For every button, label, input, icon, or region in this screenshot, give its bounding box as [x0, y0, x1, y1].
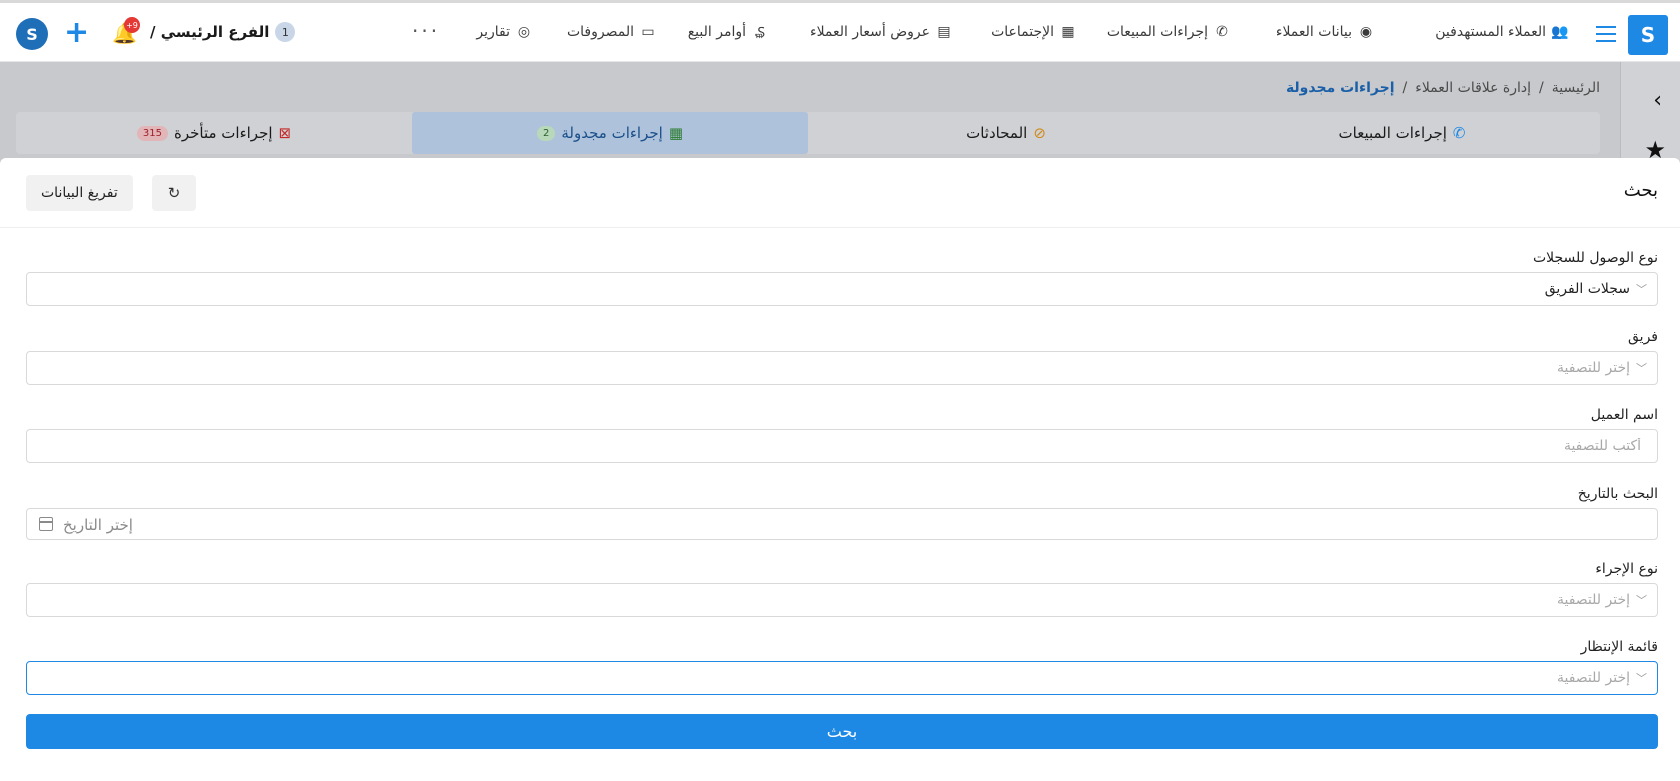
- tab-bar: ✆ إجراءات المبيعات ⊘ المحادثات ▦ إجراءات…: [16, 112, 1600, 154]
- breadcrumb-separator: /: [1402, 80, 1408, 96]
- access-type-label: نوع الوصول للسجلات: [1532, 250, 1658, 266]
- branch-name: الفرع الرئيسي /: [150, 23, 270, 41]
- breadcrumb-separator: /: [1539, 80, 1544, 96]
- calendar-x-icon: ⊠: [278, 124, 292, 142]
- report-icon: ◎: [517, 24, 531, 40]
- customer-name-input[interactable]: [27, 430, 1657, 462]
- chevron-down-icon: ﹀: [1636, 362, 1647, 375]
- refresh-button[interactable]: ↻: [152, 175, 196, 211]
- clear-data-button[interactable]: تفريغ البيانات: [26, 175, 133, 211]
- search-panel: بحث تفريغ البيانات ↻ نوع الوصول للسجلات …: [0, 158, 1680, 781]
- quote-document-icon: ▤: [937, 24, 951, 40]
- calendar-add-icon: ▦: [668, 124, 684, 142]
- team-select[interactable]: إختر للتصفية ﹀: [26, 351, 1658, 385]
- tab-count-badge: 315: [136, 125, 168, 141]
- nav-item-sales-orders[interactable]: ₷ أوامر البيع: [688, 22, 770, 42]
- target-customers-icon: 👥: [1551, 24, 1569, 40]
- nav-item-meetings[interactable]: ▦ الإجتماعات: [991, 22, 1078, 42]
- search-panel-title: بحث: [1623, 180, 1658, 201]
- waitlist-label: قائمة الإنتظار: [1580, 639, 1658, 655]
- date-picker-field[interactable]: إختر التاريخ: [26, 508, 1658, 540]
- waitlist-select[interactable]: إختر للتصفية ﹀: [26, 661, 1658, 695]
- customer-name-field[interactable]: [26, 429, 1658, 463]
- branch-number-badge: 1: [275, 22, 296, 42]
- chevron-left-icon[interactable]: ‹: [1653, 88, 1662, 113]
- nav-item-target-customers[interactable]: 👥 العملاء المستهدفين: [1435, 22, 1570, 42]
- tab-overdue-actions[interactable]: ⊠ إجراءات متأخرة 315: [16, 112, 412, 154]
- laptop-icon: ▭: [641, 24, 655, 40]
- access-type-value: سجلات الفريق: [1544, 281, 1630, 297]
- team-label: فريق: [1628, 329, 1658, 345]
- phone-icon: ✆: [1216, 24, 1228, 40]
- date-placeholder: إختر التاريخ: [63, 516, 133, 534]
- money-bag-icon: ₷: [754, 24, 766, 41]
- access-type-select[interactable]: سجلات الفريق ﹀: [26, 272, 1658, 306]
- refresh-icon: ↻: [167, 185, 181, 202]
- tab-sales-actions[interactable]: ✆ إجراءات المبيعات: [1204, 112, 1600, 154]
- plus-icon[interactable]: +: [64, 15, 89, 50]
- hamburger-menu-icon[interactable]: [1594, 21, 1618, 45]
- search-submit-button[interactable]: بحث: [26, 714, 1658, 749]
- nav-item-expenses[interactable]: ▭ المصروفات: [567, 22, 658, 42]
- nav-item-quotes[interactable]: ▤ عروض أسعار العملاء: [810, 22, 954, 42]
- date-search-label: البحث بالتاريخ: [1577, 486, 1658, 502]
- chevron-down-icon: ﹀: [1636, 672, 1647, 685]
- breadcrumb: الرئيسية / إدارة علاقات العملاء / إجراءا…: [1286, 80, 1600, 96]
- chevron-down-icon: ﹀: [1636, 594, 1647, 607]
- breadcrumb-current: إجراءات مجدولة: [1285, 80, 1395, 96]
- nav-item-customer-data[interactable]: ◉ بيانات العملاء: [1276, 22, 1376, 42]
- nav-item-sales-actions[interactable]: ✆ إجراءات المبيعات: [1107, 22, 1232, 42]
- action-type-label: نوع الإجراء: [1595, 561, 1658, 577]
- brand-logo-icon[interactable]: S: [1628, 15, 1668, 55]
- presentation-icon: ▦: [1061, 24, 1075, 40]
- app-logo-icon[interactable]: S: [16, 18, 48, 50]
- top-navbar: S 👥 العملاء المستهدفين ◉ بيانات العملاء …: [0, 0, 1680, 62]
- tab-count-badge: 2: [537, 125, 556, 141]
- branch-selector[interactable]: 1 الفرع الرئيسي /: [150, 22, 296, 42]
- action-type-select[interactable]: إختر للتصفية ﹀: [26, 583, 1658, 617]
- chat-off-icon: ⊘: [1033, 124, 1046, 142]
- breadcrumb-section[interactable]: إدارة علاقات العملاء: [1415, 80, 1531, 96]
- team-placeholder: إختر للتصفية: [1556, 360, 1630, 376]
- search-panel-header: بحث تفريغ البيانات ↻: [0, 158, 1680, 228]
- action-type-placeholder: إختر للتصفية: [1556, 592, 1630, 608]
- calendar-icon: [39, 517, 53, 531]
- customer-data-icon: ◉: [1359, 24, 1373, 40]
- more-menu-icon[interactable]: ···: [412, 19, 440, 43]
- chevron-down-icon: ﹀: [1636, 283, 1647, 296]
- tab-scheduled-actions[interactable]: ▦ إجراءات مجدولة 2: [412, 112, 808, 154]
- phone-icon: ✆: [1452, 124, 1466, 142]
- tab-conversations[interactable]: ⊘ المحادثات: [808, 112, 1204, 154]
- customer-name-label: اسم العميل: [1590, 407, 1658, 423]
- breadcrumb-home[interactable]: الرئيسية: [1552, 80, 1600, 96]
- nav-item-reports[interactable]: ◎ تقارير: [476, 22, 534, 42]
- waitlist-placeholder: إختر للتصفية: [1556, 670, 1630, 686]
- notification-badge: +9: [124, 17, 140, 33]
